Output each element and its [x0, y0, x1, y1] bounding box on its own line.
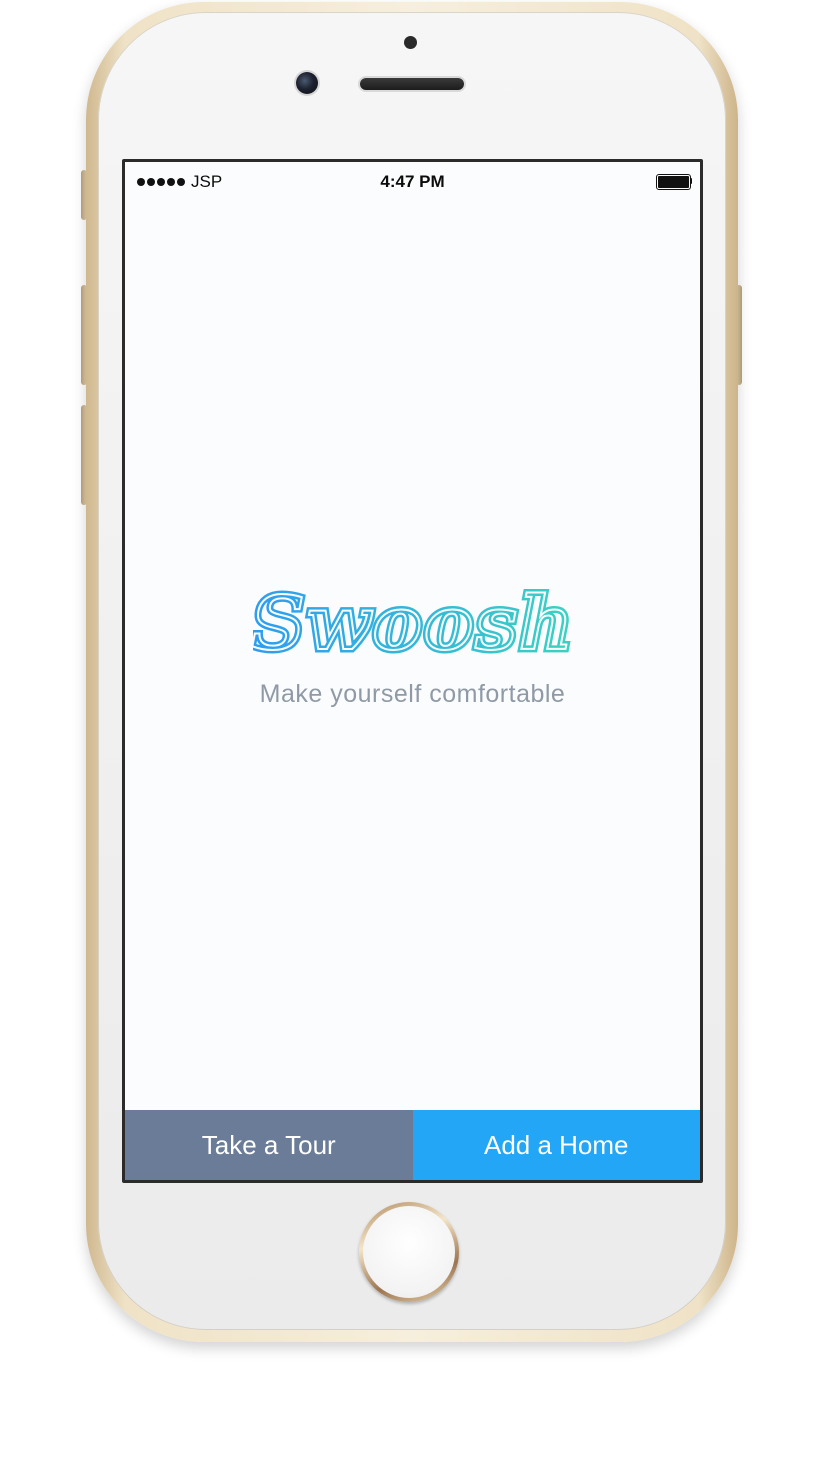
device-mockup: JSP 4:47 PM Swoosh Swoosh Make yourself …: [0, 0, 833, 1475]
take-tour-button[interactable]: Take a Tour: [125, 1110, 413, 1180]
proximity-sensor-icon: [404, 36, 417, 49]
bottom-action-bar: Take a Tour Add a Home: [125, 1110, 700, 1180]
status-bar: JSP 4:47 PM: [125, 162, 700, 200]
home-button[interactable]: [359, 1202, 459, 1302]
add-home-button[interactable]: Add a Home: [412, 1110, 700, 1180]
camera-icon: [296, 72, 318, 94]
tagline: Make yourself comfortable: [259, 680, 566, 708]
svg-text:Swoosh: Swoosh: [253, 581, 573, 667]
app-logo: Swoosh Swoosh: [125, 577, 700, 670]
status-time: 4:47 PM: [380, 172, 445, 191]
battery-icon: [656, 174, 692, 190]
app-screen: JSP 4:47 PM Swoosh Swoosh Make yourself …: [122, 159, 703, 1183]
swoosh-logo: Swoosh Swoosh: [253, 578, 573, 670]
speaker-icon: [360, 78, 464, 90]
